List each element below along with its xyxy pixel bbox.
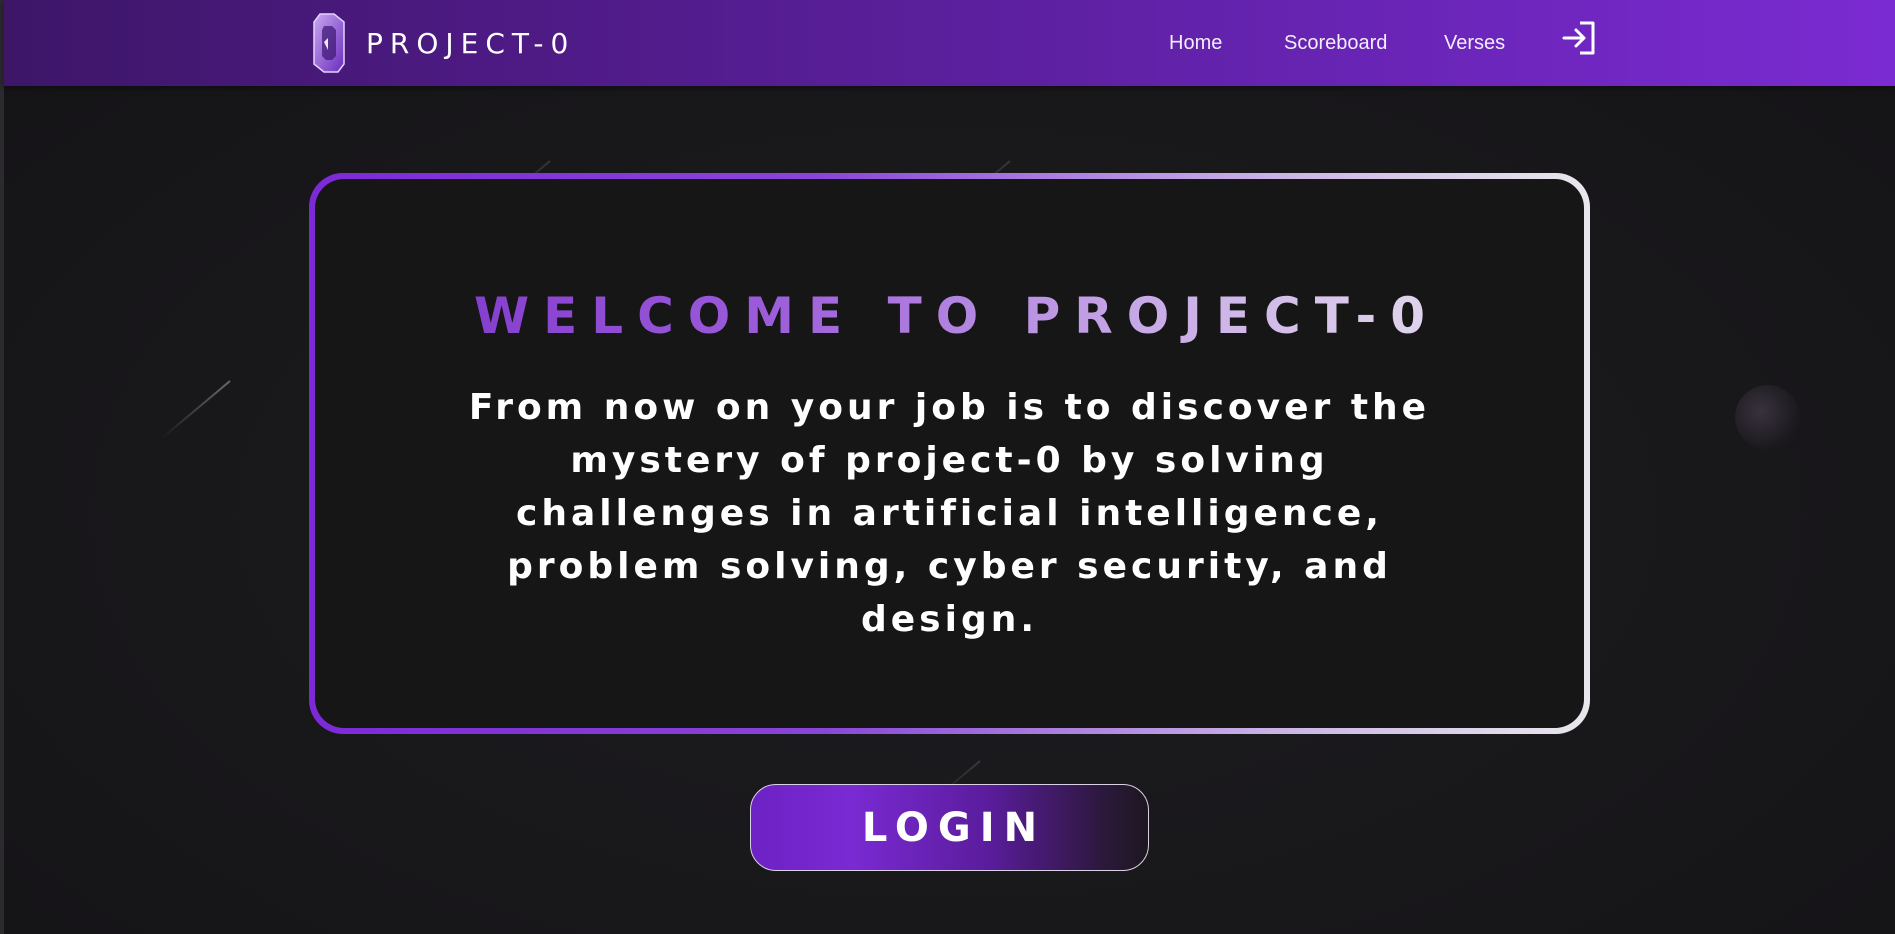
nav-link-home[interactable]: Home — [1169, 32, 1222, 55]
page: PROJECT-0 Home Scoreboard Verses WELCOME… — [0, 0, 1895, 934]
nav-item-home[interactable]: Home — [1169, 0, 1222, 86]
brand-name: PROJECT-0 — [366, 26, 576, 60]
login-button[interactable]: LOGIN — [750, 784, 1149, 871]
nav-link-verses[interactable]: Verses — [1444, 32, 1505, 55]
welcome-title: WELCOME TO PROJECT-0 — [315, 287, 1584, 345]
welcome-description: From now on your job is to discover the … — [468, 387, 1431, 640]
decorative-orb — [1735, 385, 1800, 450]
window-edge — [0, 0, 4, 934]
login-button-label: LOGIN — [861, 804, 1047, 851]
brand[interactable]: PROJECT-0 — [310, 12, 575, 74]
nav-item-verses[interactable]: Verses — [1444, 0, 1505, 86]
nav-item-scoreboard[interactable]: Scoreboard — [1284, 0, 1387, 86]
top-navbar: PROJECT-0 Home Scoreboard Verses — [4, 0, 1895, 86]
welcome-card: WELCOME TO PROJECT-0 From now on your jo… — [315, 179, 1584, 728]
login-arrow-icon[interactable] — [1562, 20, 1596, 56]
project-0-logo-icon — [313, 13, 345, 73]
decorative-streak — [160, 380, 231, 440]
welcome-card-border: WELCOME TO PROJECT-0 From now on your jo… — [309, 173, 1590, 734]
nav-link-scoreboard[interactable]: Scoreboard — [1284, 32, 1387, 55]
